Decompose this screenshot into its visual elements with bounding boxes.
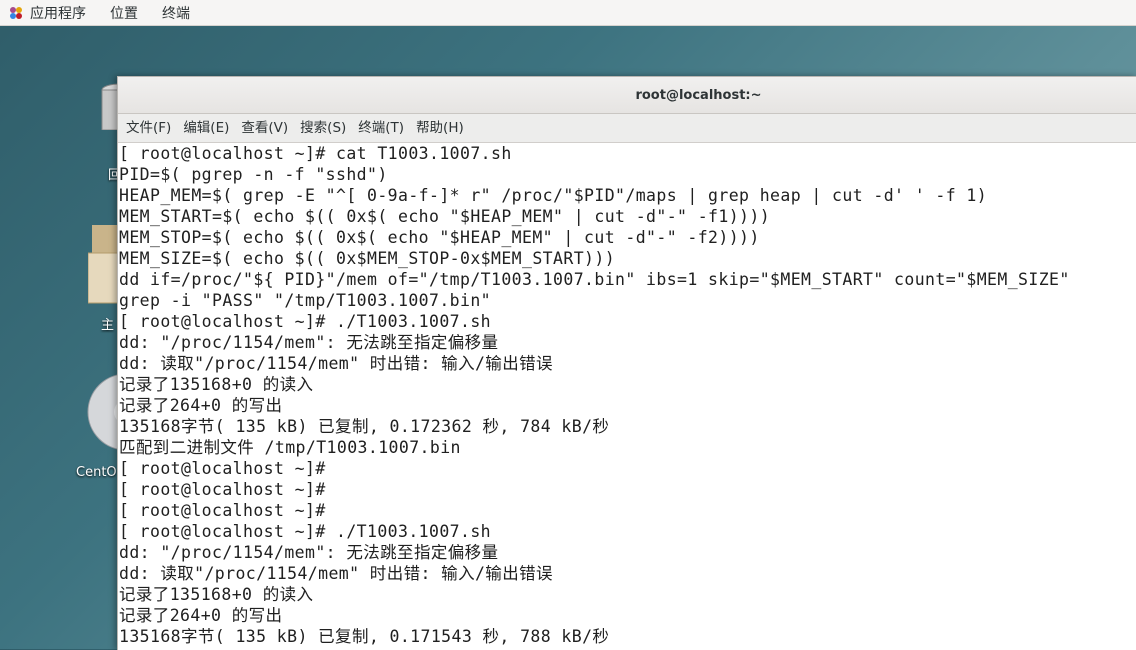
menu-search[interactable]: 搜索(S) [294,114,352,142]
terminal-line: [ root@localhost ~]# [119,459,326,478]
terminal-line: dd: 读取"/proc/1154/mem" 时出错: 输入/输出错误 [119,354,553,373]
terminal-output[interactable]: [ root@localhost ~]# cat T1003.1007.sh PI… [118,143,1136,650]
terminal-app-menu[interactable]: 终端 [150,0,202,25]
terminal-line: [ root@localhost ~]# ./T1003.1007.sh [119,522,492,541]
menu-file[interactable]: 文件(F) [120,114,177,142]
terminal-app-label: 终端 [162,5,190,22]
terminal-window[interactable]: root@localhost:~ 文件(F) 编辑(E) 查看(V) 搜索(S)… [117,76,1136,650]
terminal-line: dd: 读取"/proc/1154/mem" 时出错: 输入/输出错误 [119,564,553,583]
places-menu[interactable]: 位置 [98,0,150,25]
terminal-line: dd: "/proc/1154/mem": 无法跳至指定偏移量 [119,333,499,352]
window-title: root@localhost:~ [635,87,762,103]
disc-label: CentO [76,465,117,480]
terminal-line: grep -i "PASS" "/tmp/T1003.1007.bin" [119,291,492,310]
terminal-line: 匹配到二进制文件 /tmp/T1003.1007.bin [119,438,461,457]
terminal-line: 记录了135168+0 的读入 [119,585,314,604]
terminal-line: 135168字节( 135 kB) 已复制, 0.172362 秒, 784 k… [119,417,610,436]
menu-view[interactable]: 查看(V) [235,114,294,142]
applications-menu[interactable]: 应用程序 [0,0,98,25]
terminal-line: 记录了135168+0 的读入 [119,375,314,394]
applications-label: 应用程序 [30,5,86,22]
terminal-line: dd: "/proc/1154/mem": 无法跳至指定偏移量 [119,543,499,562]
applications-icon [10,6,22,19]
places-label: 位置 [110,5,138,22]
terminal-line: [ root@localhost ~]# cat T1003.1007.sh [119,144,512,163]
terminal-line: 记录了264+0 的写出 [119,606,283,625]
terminal-line: MEM_START=$( echo $(( 0x$( echo "$HEAP_M… [119,207,771,226]
menu-terminal[interactable]: 终端(T) [352,114,410,142]
terminal-line: dd if=/proc/"${ PID}"/mem of="/tmp/T1003… [119,270,1070,289]
terminal-line: PID=$( pgrep -n -f "sshd") [119,165,388,184]
home-folder-label: 主 [101,318,115,333]
menu-edit[interactable]: 编辑(E) [177,114,235,142]
terminal-line: [ root@localhost ~]# [119,480,326,499]
menu-help[interactable]: 帮助(H) [410,114,470,142]
terminal-line: [ root@localhost ~]# ./T1003.1007.sh [119,312,492,331]
menu-bar: 文件(F) 编辑(E) 查看(V) 搜索(S) 终端(T) 帮助(H) [118,114,1136,143]
top-panel: 应用程序 位置 终端 [0,0,1136,26]
terminal-line: 135168字节( 135 kB) 已复制, 0.171543 秒, 788 k… [119,627,610,646]
terminal-line: [ root@localhost ~]# [119,501,326,520]
title-bar[interactable]: root@localhost:~ [118,77,1136,114]
terminal-line: 记录了264+0 的写出 [119,396,283,415]
terminal-line: MEM_STOP=$( echo $(( 0x$( echo "$HEAP_ME… [119,228,760,247]
terminal-line: MEM_SIZE=$( echo $(( 0x$MEM_STOP-0x$MEM_… [119,249,616,268]
terminal-line: HEAP_MEM=$( grep -E "^[ 0-9a-f-]* r" /pr… [119,186,988,205]
